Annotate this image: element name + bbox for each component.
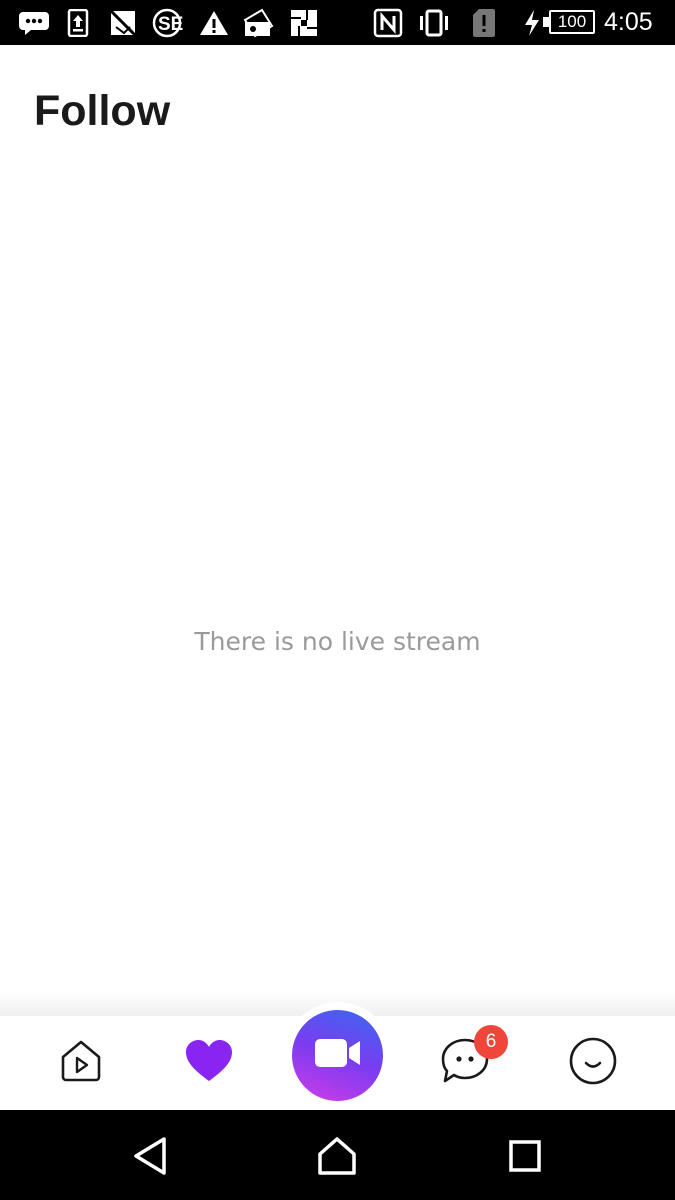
profile-tab[interactable] (538, 1016, 648, 1110)
video-camera-icon (314, 1038, 362, 1073)
status-bar: SE 100 4:05 (0, 0, 675, 45)
smiley-face-icon (568, 1036, 618, 1091)
charging-icon (522, 8, 542, 38)
photo-stack-icon (242, 8, 274, 38)
warning-icon (198, 8, 230, 38)
picture-icon (288, 8, 320, 38)
home-button[interactable] (307, 1128, 367, 1188)
page-title: Follow (34, 87, 171, 135)
vibrate-icon (416, 8, 452, 38)
no-sim-card-icon (108, 8, 138, 38)
heart-icon (184, 1039, 234, 1088)
recents-icon (508, 1139, 542, 1178)
home-icon (316, 1136, 358, 1181)
se-app-icon: SE (152, 8, 186, 38)
live-tab[interactable] (26, 1016, 136, 1110)
upload-icon (66, 8, 90, 38)
sim-alert-icon (470, 8, 498, 38)
battery-indicator: 100 (543, 10, 595, 34)
recents-button[interactable] (495, 1128, 555, 1188)
play-house-icon (58, 1037, 104, 1090)
battery-level: 100 (549, 10, 595, 34)
back-button[interactable] (120, 1128, 180, 1188)
unread-messages-badge: 6 (474, 1025, 508, 1059)
back-icon (132, 1136, 168, 1181)
follow-tab[interactable] (154, 1016, 264, 1110)
go-live-button[interactable] (292, 1010, 383, 1101)
nfc-icon (372, 8, 404, 38)
empty-state-message: There is no live stream (194, 627, 481, 656)
messaging-icon (16, 8, 52, 38)
status-clock: 4:05 (604, 8, 653, 36)
svg-text:SE: SE (158, 14, 183, 35)
